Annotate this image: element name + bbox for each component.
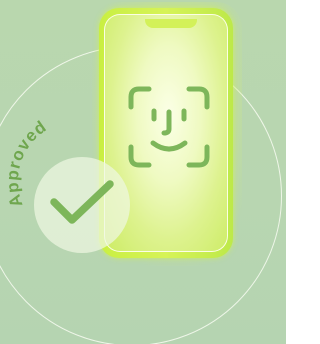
phone-notch — [145, 19, 197, 28]
face-id-approved-illustration: Approved — [0, 0, 286, 344]
checkmark-icon — [50, 180, 114, 224]
face-id-icon — [128, 86, 210, 168]
